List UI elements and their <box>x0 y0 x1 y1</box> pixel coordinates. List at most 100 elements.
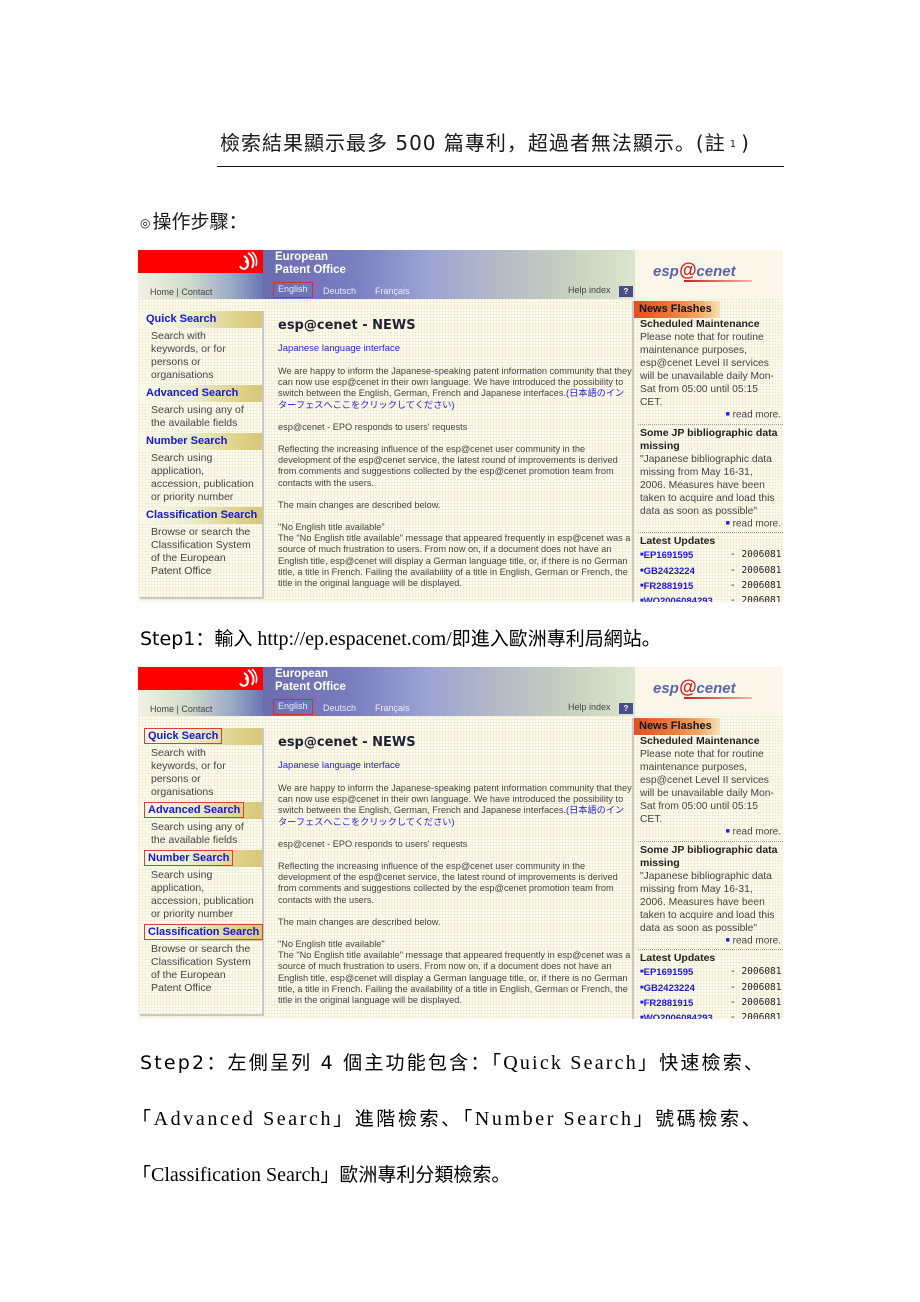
desc-line: Search using any of <box>151 404 244 416</box>
lang-english[interactable]: English <box>273 282 313 298</box>
desc-line: Patent Office <box>151 982 212 994</box>
desc-line: Search using <box>151 452 213 464</box>
update-link[interactable]: ■FR2881915 <box>640 579 730 594</box>
update-link[interactable]: ■WO2006084293 <box>640 1011 730 1019</box>
espacenet-logo[interactable]: esp@cenet <box>653 677 736 698</box>
flash-text-line: Sat from 05:00 until 05:15 <box>640 384 758 395</box>
espacenet-header: European Patent Office Home | Contact En… <box>138 250 783 299</box>
flash-text-line: taken to acquire and load this <box>640 492 775 504</box>
desc-line: Classification System <box>151 956 251 968</box>
desc-line: organisations <box>151 786 214 798</box>
update-link[interactable]: ■EP1691595 <box>640 548 730 563</box>
lang-francais[interactable]: Français <box>375 286 410 296</box>
bullet-icon: ◎ <box>140 215 151 230</box>
help-icon[interactable]: ? <box>619 703 633 714</box>
read-more-text[interactable]: read more. <box>733 935 781 946</box>
news-title: esp@cenet - NEWS <box>278 735 416 750</box>
logo-at: @ <box>678 677 697 697</box>
sidebar-item-classification-search[interactable]: Classification Search <box>140 924 264 941</box>
sidebar-label[interactable]: Number Search <box>146 435 227 447</box>
help-index-link[interactable]: Help index <box>568 702 611 712</box>
latest-updates-title: Latest Updates <box>640 535 716 548</box>
japanese-interface-link[interactable]: Japanese language interface <box>278 343 632 354</box>
flash-title[interactable]: missing <box>634 857 783 870</box>
step1-url: http://ep.espacenet.com/ <box>252 628 452 650</box>
epo-title: European Patent Office <box>275 668 346 694</box>
flash-title[interactable]: Scheduled Maintenance <box>634 318 783 331</box>
flash-text-line: data as soon as possible" <box>640 505 757 517</box>
desc-line: the available fields <box>151 417 238 429</box>
step2-line2-mid: 」進階檢索、「 <box>333 1108 475 1130</box>
update-link[interactable]: ■FR2881915 <box>640 996 730 1011</box>
update-row: ■EP1691595- 2006081 <box>634 548 783 563</box>
flash-title[interactable]: missing <box>634 440 783 453</box>
update-link[interactable]: ■GB2423224 <box>640 564 730 579</box>
sidebar-item-quick-search[interactable]: Quick Search <box>140 311 262 328</box>
sidebar-label[interactable]: Number Search <box>143 850 234 866</box>
flash-title[interactable]: Some JP bibliographic data <box>634 427 783 440</box>
flash-text-line: missing from May 16-31, <box>640 466 753 478</box>
read-more-link[interactable]: ■ read more. <box>634 935 783 948</box>
steps-title: ◎ 操作步驟： <box>140 207 248 234</box>
bracket-open: 「 <box>132 1108 154 1130</box>
sidebar-item-number-search[interactable]: Number Search <box>140 850 262 867</box>
sidebar-label[interactable]: Quick Search <box>146 313 216 325</box>
espacenet-logo[interactable]: esp@cenet <box>653 260 736 281</box>
sidebar-item-advanced-search[interactable]: Advanced Search <box>140 802 262 819</box>
read-more-text[interactable]: read more. <box>733 827 781 838</box>
sidebar-item-quick-search[interactable]: Quick Search <box>140 728 262 745</box>
lang-francais[interactable]: Français <box>375 703 410 713</box>
news-content: esp@cenet - NEWS Japanese language inter… <box>278 312 632 600</box>
sidebar-item-classification-search[interactable]: Classification Search <box>140 507 262 524</box>
desc-line: accession, publication <box>151 895 254 907</box>
flash-title[interactable]: Some JP bibliographic data <box>634 844 783 857</box>
update-row: ■WO2006084293- 2006081 <box>634 594 783 602</box>
flash-text-line: "Japanese bibliographic data <box>640 870 772 882</box>
help-index-link[interactable]: Help index <box>568 285 611 295</box>
step1-suffix: 即進入歐洲專利局網站。 <box>451 628 661 650</box>
sidebar-item-number-search[interactable]: Number Search <box>140 433 262 450</box>
bullet-square-icon: ■ <box>725 519 730 527</box>
flash-text-line: "Japanese bibliographic data <box>640 453 772 465</box>
update-row: ■EP1691595- 2006081 <box>634 965 783 980</box>
update-date: - 2006081 <box>730 1012 782 1019</box>
no-english-paragraph: The "No English title available" message… <box>278 950 631 1006</box>
flash-text-line: maintenance purposes, <box>640 762 748 773</box>
step2-line3-suffix: 」歐洲專利分類檢索。 <box>320 1164 511 1186</box>
sidebar-desc: Search with keywords, or for persons or … <box>140 330 262 382</box>
japanese-interface-link[interactable]: Japanese language interface <box>278 760 632 771</box>
epo-title-line1: European <box>275 668 329 680</box>
sidebar-label[interactable]: Advanced Search <box>146 387 238 399</box>
update-date: - 2006081 <box>730 996 782 1008</box>
heading-text: 檢索結果顯示最多 500 篇專利，超過者無法顯示。(註 <box>220 131 726 155</box>
footnote-marker: 1 <box>729 139 738 150</box>
read-more-text[interactable]: read more. <box>733 410 781 421</box>
sidebar-item-advanced-search[interactable]: Advanced Search <box>140 385 262 402</box>
help-icon[interactable]: ? <box>619 286 633 297</box>
read-more-link[interactable]: ■ read more. <box>634 409 783 422</box>
update-date: - 2006081 <box>730 966 782 978</box>
update-link[interactable]: ■EP1691595 <box>640 965 730 980</box>
lang-deutsch[interactable]: Deutsch <box>323 703 356 713</box>
bracket-open: 「 <box>132 1164 152 1186</box>
sidebar-label[interactable]: Advanced Search <box>143 802 245 818</box>
sidebar-label[interactable]: Classification Search <box>143 924 264 940</box>
flash-title[interactable]: Scheduled Maintenance <box>634 735 783 748</box>
sidebar-label[interactable]: Quick Search <box>143 728 223 744</box>
read-more-link[interactable]: ■ read more. <box>634 826 783 839</box>
epo-title-line2: Patent Office <box>275 681 346 693</box>
home-contact-links[interactable]: Home | Contact <box>150 704 212 714</box>
changes-text: The main changes are described below. <box>278 499 441 510</box>
update-link[interactable]: ■WO2006084293 <box>640 594 730 602</box>
home-contact-links[interactable]: Home | Contact <box>150 287 212 297</box>
epo-heading: esp@cenet - EPO responds to users' reque… <box>278 838 468 849</box>
lang-deutsch[interactable]: Deutsch <box>323 286 356 296</box>
update-link[interactable]: ■GB2423224 <box>640 981 730 996</box>
lang-english[interactable]: English <box>273 699 313 715</box>
sidebar-label[interactable]: Classification Search <box>146 509 257 521</box>
flash-text-line: Sat from 05:00 until 05:15 <box>640 801 758 812</box>
sidebar-desc: Search using any of the available fields <box>140 404 262 430</box>
step2-line-3: 「Classification Search」歐洲專利分類檢索。 <box>132 1160 510 1187</box>
read-more-link[interactable]: ■ read more. <box>634 518 783 531</box>
read-more-text[interactable]: read more. <box>733 518 781 529</box>
